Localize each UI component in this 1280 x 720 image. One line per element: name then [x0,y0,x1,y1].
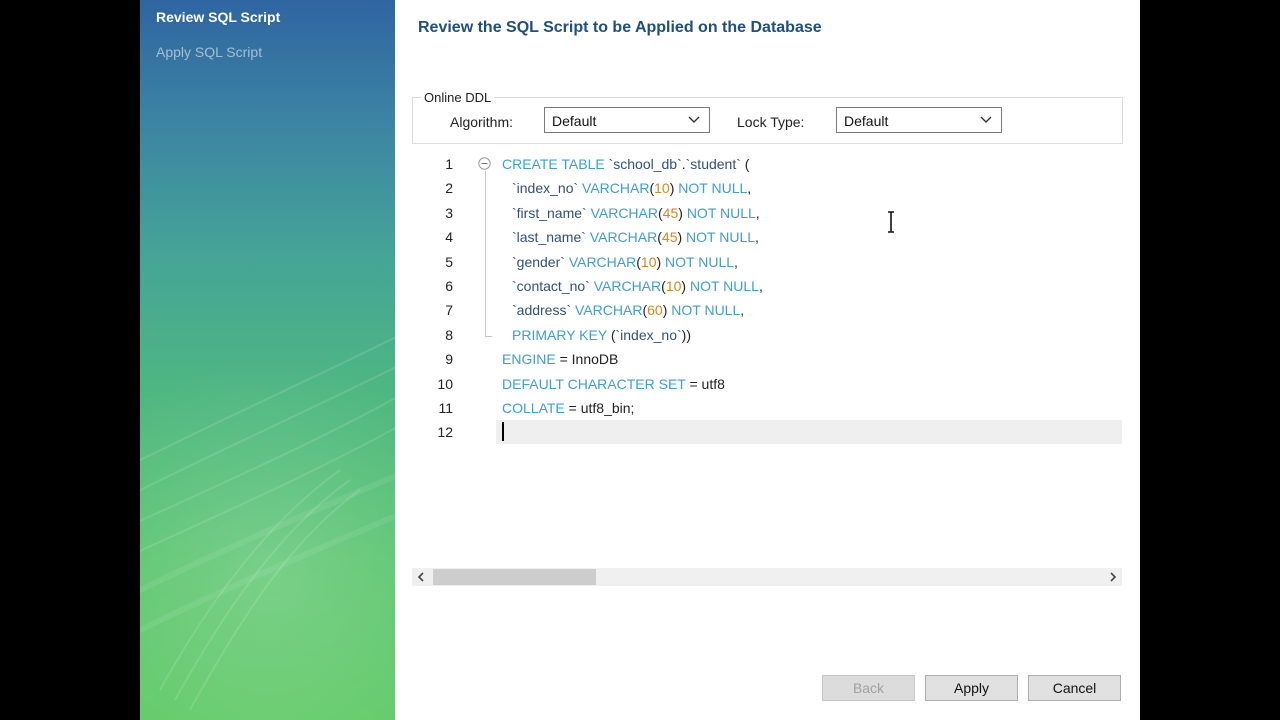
line-number: 3 [445,205,453,221]
sql-editor[interactable]: 1 2 3 4 5 6 7 8 9 10 11 12 CREATE TABLE … [412,148,1122,586]
fold-guide-end [485,336,492,337]
scroll-right-icon[interactable] [1104,568,1122,586]
line-number: 11 [438,400,453,416]
line-number: 4 [445,229,453,245]
line-number: 2 [445,180,453,196]
page-title: Review the SQL Script to be Applied on t… [418,19,822,36]
scrollbar-thumb[interactable] [433,569,596,585]
algorithm-select[interactable]: Default [544,107,710,133]
code-line-2: `index_no` VARCHAR(10) NOT NULL, [512,180,752,196]
algorithm-label: Algorithm: [450,114,514,130]
scroll-left-icon[interactable] [412,568,430,586]
online-ddl-legend: Online DDL [421,90,495,105]
lock-type-select-value: Default [844,113,889,129]
code-line-4: `last_name` VARCHAR(45) NOT NULL, [512,229,759,245]
wizard-content: Review the SQL Script to be Applied on t… [395,0,1140,720]
step-review-sql-script: Review SQL Script [156,9,281,25]
line-number: 12 [437,424,453,440]
code-line-6: `contact_no` VARCHAR(10) NOT NULL, [512,278,763,294]
back-button[interactable]: Back [822,675,915,701]
code-line-3: `first_name` VARCHAR(45) NOT NULL, [512,205,760,221]
sidebar-swoosh-graphic [140,336,395,711]
code-line-8: PRIMARY KEY (`index_no`)) [512,327,691,343]
horizontal-scrollbar[interactable] [412,568,1122,586]
code-line-5: `gender` VARCHAR(10) NOT NULL, [512,254,738,270]
cancel-button[interactable]: Cancel [1028,675,1121,701]
wizard-sidebar: Review SQL Script Apply SQL Script [140,0,395,720]
line-number: 8 [445,327,453,343]
line-number: 6 [445,278,453,294]
fold-guide-line [485,171,486,337]
chevron-down-icon [688,116,700,123]
code-line-9: ENGINE = InnoDB [502,351,619,367]
lock-type-label: Lock Type: [737,114,805,130]
line-number: 1 [445,156,453,172]
current-line-highlight [496,420,1122,444]
text-cursor-icon [888,211,894,233]
line-number: 5 [445,254,453,270]
line-number: 10 [437,376,453,392]
code-line-7: `address` VARCHAR(60) NOT NULL, [512,302,745,318]
line-number: 7 [445,302,453,318]
wizard-window: Review SQL Script Apply SQL Script Revie… [140,0,1140,720]
text-caret [502,422,504,441]
online-ddl-group: Online DDL Algorithm: Default Lock Type:… [412,90,1123,144]
code-line-1: CREATE TABLE `school_db`.`student` ( [502,156,750,172]
chevron-down-icon [980,116,992,123]
code-line-10: DEFAULT CHARACTER SET = utf8 [502,376,725,392]
step-apply-sql-script: Apply SQL Script [156,44,263,60]
lock-type-select[interactable]: Default [836,107,1002,133]
algorithm-select-value: Default [552,113,597,129]
apply-button[interactable]: Apply [925,675,1018,701]
code-line-11: COLLATE = utf8_bin; [502,400,635,416]
fold-collapse-icon[interactable] [478,157,491,170]
line-number: 9 [445,351,453,367]
